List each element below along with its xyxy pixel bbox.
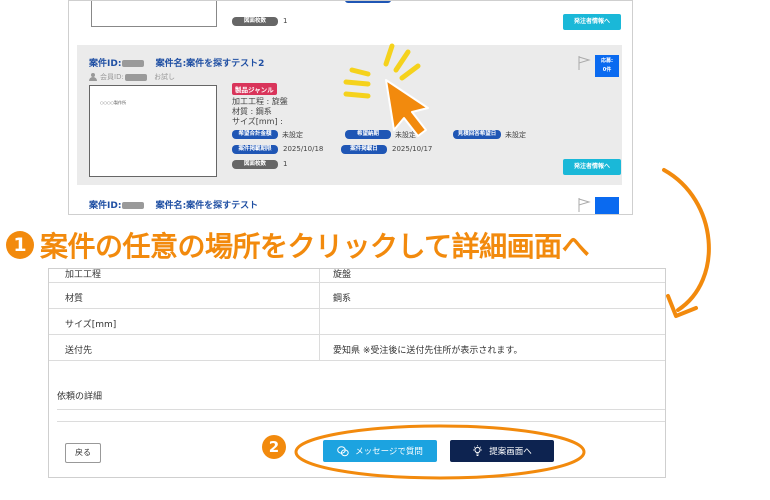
- spec-row-process: 加工工程 旋盤: [49, 269, 665, 283]
- member-suffix: お試し: [154, 73, 176, 81]
- quote-response-value: 未設定: [505, 131, 526, 139]
- size-text: サイズ[mm] :: [232, 117, 283, 126]
- spec-label: 送付先: [65, 346, 93, 356]
- spec-row-destination: 送付先 愛知県 ※受注後に送付先住所が表示されます。: [49, 335, 665, 361]
- masked-member-id: [124, 73, 147, 81]
- desired-total-value: 未設定: [282, 131, 303, 139]
- masked-id: [122, 60, 145, 67]
- post-date-pill: 案件掲載日: [341, 145, 387, 154]
- case-id-label: 案件ID:: [89, 201, 122, 211]
- quote-response-pill: 見積回答希望日: [453, 130, 501, 139]
- case-title[interactable]: 案件ID: 案件名:案件を探すテスト: [89, 198, 258, 211]
- thumbnail-text: ○○○○製作所: [100, 100, 126, 105]
- spec-label: 材質: [65, 294, 84, 304]
- case-row-previous[interactable]: 図面枚数 1 発注者情報へ: [77, 1, 622, 41]
- drawing-count-pill: 図面枚数: [232, 17, 278, 26]
- order-info-button[interactable]: 発注者情報へ: [563, 159, 621, 175]
- spec-row-size: サイズ[mm]: [49, 309, 665, 335]
- request-details-label: 依頼の詳細: [57, 392, 103, 402]
- step1-text: 案件の任意の場所をクリックして詳細画面へ: [40, 230, 590, 263]
- case-name: 案件名:案件を探すテスト: [155, 201, 259, 211]
- spec-value: 鋼系: [333, 294, 352, 304]
- drawing-thumbnail[interactable]: ○○○○製作所: [89, 85, 217, 177]
- drawing-thumbnail: [91, 1, 217, 27]
- divider: [57, 409, 665, 410]
- click-cursor-icon: [343, 43, 429, 137]
- spec-value: 旋盤: [333, 270, 352, 280]
- masked-id: [122, 202, 145, 209]
- back-button[interactable]: 戻る: [65, 443, 101, 463]
- flag-icon[interactable]: [577, 55, 591, 71]
- drawing-count-value: 1: [283, 17, 288, 25]
- case-title[interactable]: 案件ID: 案件名:案件を探すテスト2: [89, 56, 264, 69]
- table-divider: [319, 269, 320, 361]
- spec-row-material: 材質 鋼系: [49, 283, 665, 309]
- apply-label: 応募:: [601, 58, 613, 64]
- step1-number: 1: [6, 231, 34, 259]
- divider: [57, 421, 665, 422]
- post-date-value: 2025/10/17: [392, 145, 433, 153]
- step1-caption: 1 案件の任意の場所をクリックして詳細画面へ: [6, 227, 590, 263]
- spec-value: 愛知県 ※受注後に送付先住所が表示されます。: [333, 346, 523, 356]
- drawing-count-value: 1: [283, 160, 288, 168]
- cut-pill: [345, 1, 391, 3]
- case-id-label: 案件ID:: [89, 59, 122, 69]
- user-icon: [89, 73, 97, 81]
- apply-count-box: [595, 197, 619, 214]
- apply-count: 0件: [602, 67, 612, 73]
- spec-label: 加工工程: [65, 270, 102, 280]
- case-name: 案件名:案件を探すテスト2: [155, 59, 265, 69]
- flag-icon[interactable]: [577, 197, 591, 213]
- member-info: 会員ID: お試し: [89, 72, 175, 82]
- member-label: 会員ID:: [100, 73, 124, 81]
- spec-label: サイズ[mm]: [65, 320, 117, 330]
- drawing-count-pill: 図面枚数: [232, 160, 278, 169]
- post-deadline-value: 2025/10/18: [283, 145, 324, 153]
- desired-total-pill: 希望合計金額: [232, 130, 278, 139]
- apply-count-box: 応募: 0件: [595, 55, 619, 77]
- case-row-next[interactable]: 案件ID: 案件名:案件を探すテスト: [77, 191, 622, 214]
- step2-number: 2: [262, 435, 286, 459]
- order-info-button[interactable]: 発注者情報へ: [563, 14, 621, 30]
- highlight-oval: [294, 424, 586, 480]
- post-deadline-pill: 案件掲載期限: [232, 145, 278, 154]
- genre-badge: 製品ジャンル: [232, 83, 277, 95]
